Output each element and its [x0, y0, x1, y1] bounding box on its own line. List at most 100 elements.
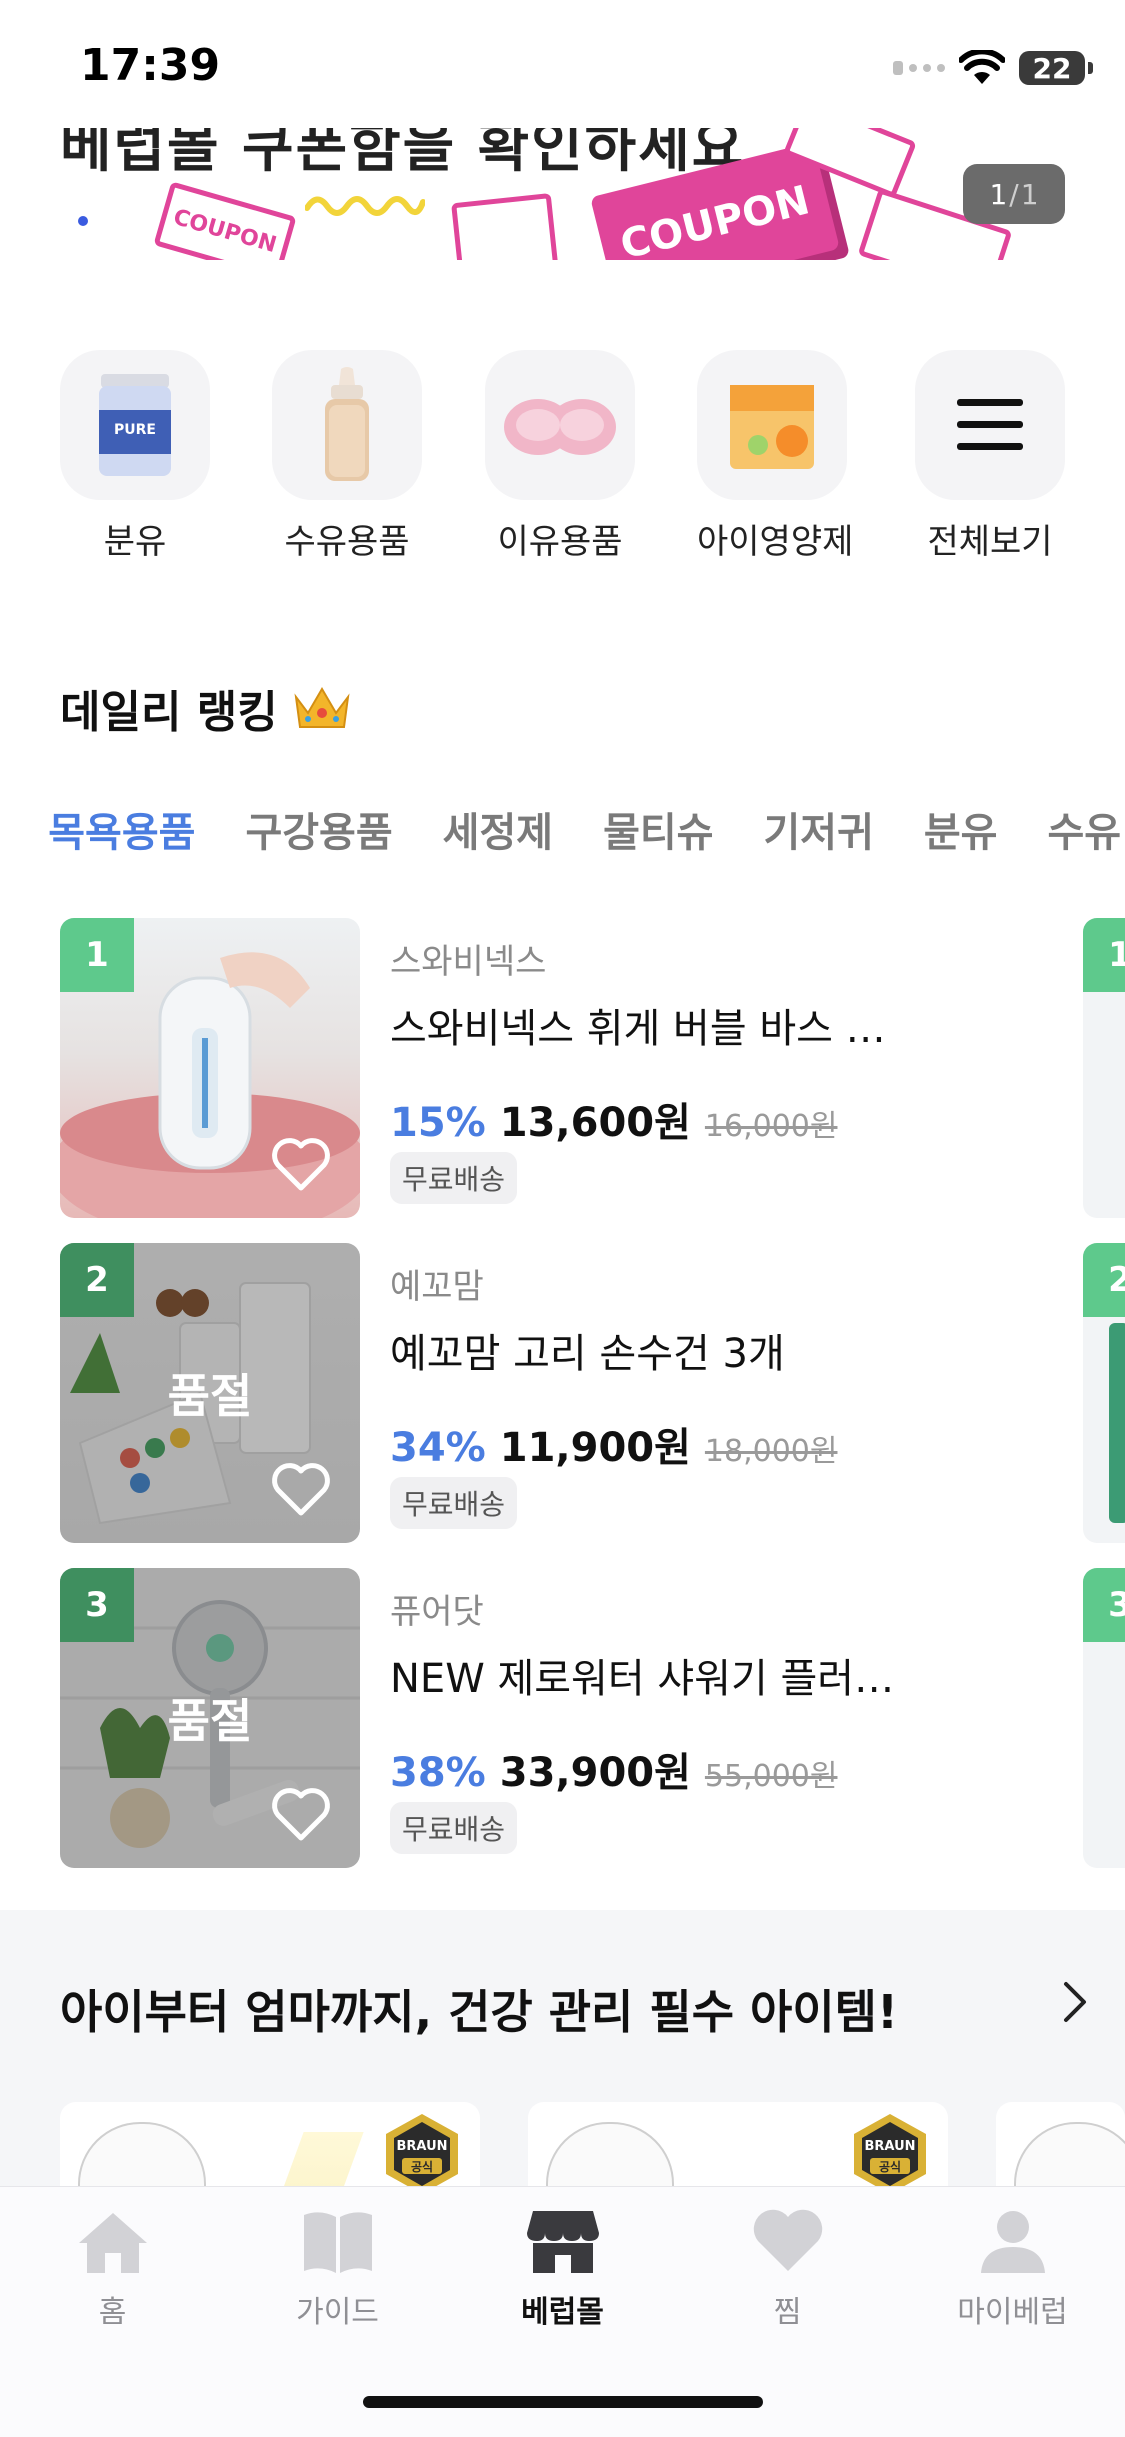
free-shipping-badge: 무료배송: [390, 1152, 518, 1204]
ranking-item[interactable]: 품절 2 예꼬맘 예꼬맘 고리 손수건 3개 34% 11,900원 18,00…: [60, 1243, 1060, 1543]
category-supplement[interactable]: 아이영양제: [697, 350, 854, 563]
ranking-item[interactable]: 품절 3 퓨어닷 NEW 제로워터 샤워기 플러… 38% 33,900원 55…: [60, 1568, 1060, 1868]
tab-label: 찜: [773, 2295, 802, 2330]
product-image: 1: [60, 918, 360, 1218]
home-icon: [78, 2213, 147, 2273]
section-title-text: 데일리 랭킹: [60, 687, 278, 738]
banner-headline: 베럽몰 쿠폰함을 확인하세요: [60, 128, 746, 180]
badge-label: 공식: [879, 2159, 901, 2174]
tab-wet-wipes[interactable]: 물티슈: [603, 800, 713, 860]
badge-label: 공식: [411, 2159, 433, 2174]
discount-rate: 15%: [390, 1100, 486, 1146]
baby-bowl-icon: [485, 350, 635, 500]
price-row: 38% 33,900원 55,000원: [390, 1740, 837, 1798]
rank-badge: 1: [1083, 918, 1125, 992]
page-current: 1: [989, 177, 1008, 211]
free-shipping-badge: 무료배송: [390, 1802, 518, 1854]
formula-can-icon: PURE: [60, 350, 210, 500]
tab-bath[interactable]: 목욕용품: [48, 800, 195, 860]
rank-badge: 3: [1083, 1568, 1125, 1642]
product-brand: 스와비넥스: [390, 942, 547, 982]
person-icon: [980, 2211, 1045, 2273]
tab-oral-care[interactable]: 구강용품: [245, 800, 392, 860]
rank-badge: 2: [60, 1243, 134, 1317]
price-row: 34% 11,900원 18,000원: [390, 1415, 837, 1473]
book-icon: [303, 2212, 372, 2273]
tab-my-page[interactable]: 마이베럽: [900, 2209, 1125, 2331]
tab-label: 가이드: [296, 2295, 379, 2330]
crown-icon: [294, 687, 350, 728]
tab-detergent[interactable]: 세정제: [443, 800, 553, 860]
tab-mall[interactable]: 베럽몰: [450, 2209, 675, 2331]
page-separator: /: [1009, 177, 1019, 211]
badge-brand: BRAUN: [864, 2139, 915, 2154]
squiggle-decoration: [305, 196, 425, 216]
wifi-icon: [959, 50, 1005, 84]
category-weaning[interactable]: 이유용품: [485, 350, 635, 563]
tab-formula[interactable]: 분유: [924, 800, 998, 860]
tab-label: 홈: [98, 2295, 127, 2330]
category-label: 전체보기: [927, 522, 1053, 562]
heart-icon[interactable]: [270, 1136, 332, 1192]
product-name: 스와비넥스 휘게 버블 바스 …: [390, 1006, 886, 1052]
rank-badge: 2: [1083, 1243, 1125, 1317]
braun-official-badge: BRAUN 공식: [386, 2114, 458, 2194]
tab-diapers[interactable]: 기저귀: [763, 800, 873, 860]
home-indicator[interactable]: [363, 2396, 763, 2408]
category-label: 이유용품: [497, 522, 623, 562]
original-price: 18,000원: [704, 1434, 838, 1469]
supplement-box-icon: [697, 350, 847, 500]
heart-icon[interactable]: [270, 1786, 332, 1842]
product-image: 품절 2: [60, 1243, 360, 1543]
price-row: 15% 13,600원 16,000원: [390, 1090, 837, 1148]
next-ranking-peek[interactable]: 2: [1083, 1243, 1125, 1543]
category-feeding[interactable]: 수유용품: [272, 350, 422, 563]
heart-icon[interactable]: [270, 1461, 332, 1517]
daily-ranking-title: 데일리 랭킹: [60, 676, 352, 740]
banner-page-indicator: 1 / 1: [963, 164, 1065, 224]
health-section-title: 아이부터 엄마까지, 건강 관리 필수 아이템!: [60, 1985, 898, 2039]
sale-price: 13,600원: [499, 1100, 691, 1146]
braun-official-badge: BRAUN 공식: [854, 2114, 926, 2194]
category-label: 아이영양제: [697, 522, 854, 562]
tab-home[interactable]: 홈: [0, 2209, 225, 2331]
tab-label: 마이베럽: [957, 2295, 1068, 2330]
category-label: 수유용품: [284, 522, 410, 562]
category-formula[interactable]: PURE 분유: [60, 350, 210, 563]
cellular-signal-icon: [893, 61, 945, 75]
ranking-category-tabs: ! 목욕용품 구강용품 세정제 물티슈 기저귀 분유 수유: [0, 800, 1121, 860]
next-ranking-peek[interactable]: 3: [1083, 1568, 1125, 1868]
status-time: 17:39: [80, 40, 221, 91]
coupon-banner[interactable]: 베럽몰 쿠폰함을 확인하세요 COUPON COUPON 1 / 1: [0, 128, 1125, 260]
discount-rate: 34%: [390, 1425, 486, 1471]
rank-badge: 1: [60, 918, 134, 992]
category-label: 분유: [103, 522, 167, 562]
product-name: 예꼬맘 고리 손수건 3개: [390, 1331, 785, 1377]
tab-wishlist[interactable]: 찜: [675, 2209, 900, 2331]
category-view-all[interactable]: 전체보기: [915, 350, 1065, 563]
original-price: 55,000원: [704, 1759, 838, 1794]
product-name: NEW 제로워터 샤워기 플러…: [390, 1656, 895, 1702]
product-brand: 예꼬맘: [390, 1267, 484, 1307]
discount-rate: 38%: [390, 1750, 486, 1796]
baby-bottle-icon: [272, 350, 422, 500]
tab-guide[interactable]: 가이드: [225, 2209, 450, 2331]
tab-label: 베럽몰: [521, 2295, 604, 2330]
svg-text:PURE: PURE: [114, 422, 156, 438]
ranking-item[interactable]: 1 스와비넥스 스와비넥스 휘게 버블 바스 … 15% 13,600원 16,…: [60, 918, 1060, 1218]
sale-price: 33,900원: [499, 1750, 691, 1796]
sale-price: 11,900원: [499, 1425, 691, 1471]
next-ranking-peek[interactable]: 1: [1083, 918, 1125, 1218]
coupon-ticket-icon: [451, 192, 559, 260]
tab-feeding[interactable]: 수유: [1047, 800, 1121, 860]
status-icons: 22: [893, 48, 1093, 88]
store-icon: [526, 2211, 599, 2273]
page-total: 1: [1020, 177, 1039, 211]
chevron-right-icon[interactable]: [1060, 1980, 1090, 2024]
heart-icon: [753, 2209, 822, 2271]
badge-brand: BRAUN: [396, 2139, 447, 2154]
free-shipping-badge: 무료배송: [390, 1477, 518, 1529]
product-image: 품절 3: [60, 1568, 360, 1868]
original-price: 16,000원: [704, 1109, 838, 1144]
product-image: [1109, 1323, 1125, 1523]
